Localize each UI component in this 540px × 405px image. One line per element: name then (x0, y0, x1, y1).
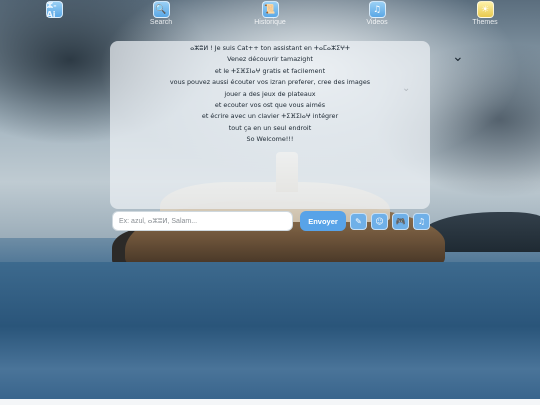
message-input-bar: Envoyer ✎ ☺ 🎮 ♫ (0, 209, 540, 233)
bottom-strip (0, 399, 540, 405)
theme-icon[interactable]: ☀ (476, 1, 494, 18)
pen-icon[interactable]: ✎ (350, 213, 367, 230)
nav-label: Search (149, 19, 173, 26)
chat-panel: ⴰⵣⵓⵍ ! Je suis Cat++ ton assistant en ⵜⴰ… (110, 41, 430, 209)
gamepad-icon[interactable]: 🎮 (392, 213, 409, 230)
search-icon[interactable]: 🔍 (152, 1, 170, 18)
chat-message-line: et ecouter vos ost que vous aimés (214, 101, 326, 110)
chat-message-line: tout ça en un seul endroit (228, 123, 312, 132)
top-nav: ⵣ-Ai 🔍 Search 📜 Historique ♫ Videos ☀ Th… (0, 0, 540, 32)
nav-item-themes[interactable]: ☀ Themes (453, 1, 517, 31)
music-icon[interactable]: ♫ (413, 213, 430, 230)
chat-message-line: So Welcome!!! (246, 135, 294, 144)
nav-item-history[interactable]: 📜 Historique (238, 1, 302, 31)
palette-icon[interactable]: ☺ (371, 213, 388, 230)
message-input[interactable] (112, 211, 293, 231)
music-note-icon[interactable]: ♫ (368, 1, 386, 18)
chat-message-line: Venez découvrir tamazight (227, 55, 313, 64)
nav-label: Historique (254, 19, 286, 26)
nav-item-videos[interactable]: ♫ Videos (345, 1, 409, 31)
chat-message-line: et le ⵜⵉⴼⵉⵏⴰⵖ gratis et facilement (214, 66, 326, 75)
app-logo-icon[interactable]: ⵣ-Ai (45, 1, 63, 19)
send-button[interactable]: Envoyer (300, 211, 346, 231)
chat-message-line: et écrire avec un clavier ⵜⵉⴼⵉⵏⴰⵖ intégr… (201, 112, 339, 121)
chat-message-line: ⴰⵣⵓⵍ ! Je suis Cat++ ton assistant en ⵜⴰ… (190, 44, 350, 52)
nav-item-home[interactable]: ⵣ-Ai (22, 1, 86, 31)
nav-item-search[interactable]: 🔍 Search (129, 1, 193, 31)
seagull-icon: ⌄ (452, 49, 464, 65)
nav-label: Themes (472, 19, 498, 26)
chat-message-line: vous pouvez aussi écouter vos izran pref… (169, 78, 371, 87)
stormy-sea (0, 262, 540, 405)
chat-message-line: jouer a des jeux de plateaux (224, 89, 316, 98)
nav-label: Videos (366, 19, 388, 26)
history-icon[interactable]: 📜 (261, 1, 279, 18)
